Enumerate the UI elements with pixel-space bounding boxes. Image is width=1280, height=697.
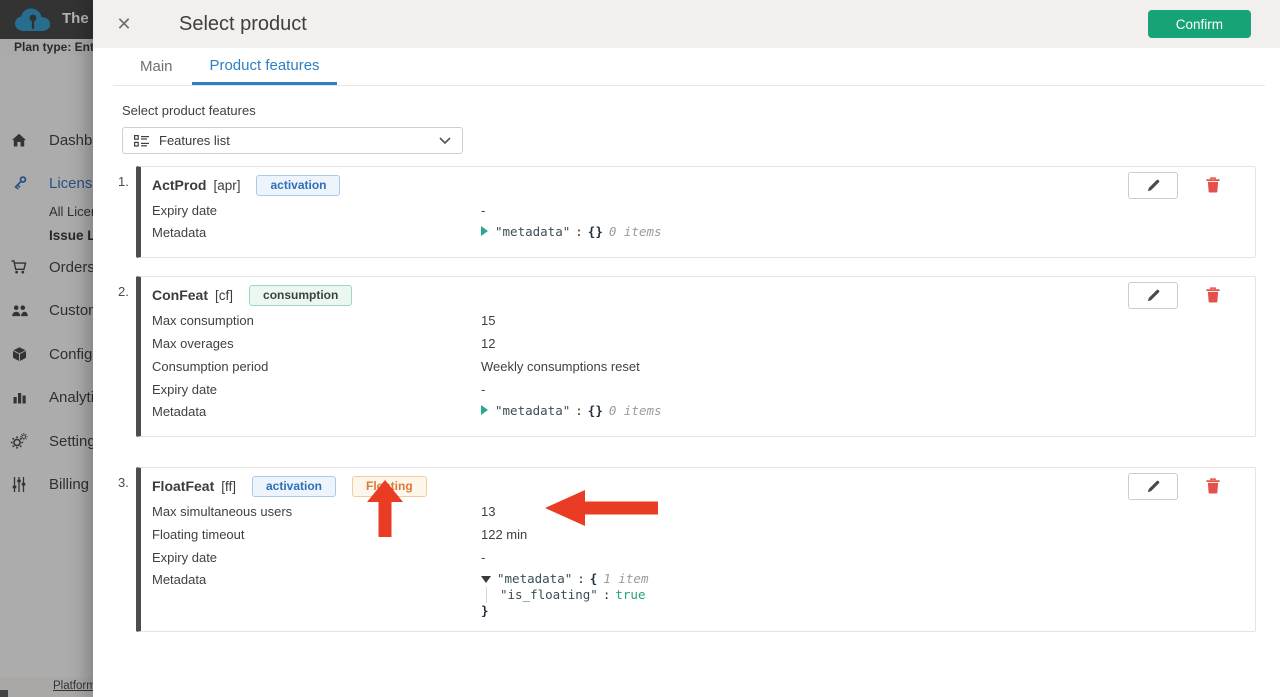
json-item-count: 0 items (608, 403, 662, 418)
json-colon: : (602, 587, 611, 602)
feature-name: FloatFeat (152, 478, 215, 494)
feature-code: [ff] (221, 478, 236, 494)
screen: The E Plan type: Enterpr Dashboard Licen… (0, 0, 1280, 697)
floating-badge: Floating (352, 475, 427, 497)
json-braces: {} (587, 224, 603, 239)
json-item-count: 1 item (603, 571, 649, 586)
feature-card: 2. ConFeat [cf] consumption Max consumpt… (118, 276, 1256, 437)
json-key: "metadata" (497, 571, 573, 586)
json-braces: {} (587, 403, 603, 418)
feature-name: ActProd (152, 177, 207, 193)
tab-product-features[interactable]: Product features (192, 48, 337, 85)
feature-row: Max consumption 15 (152, 309, 1220, 332)
json-colon: : (577, 571, 585, 586)
feature-index: 1. (118, 174, 129, 189)
json-line: "metadata": {1 item (481, 571, 648, 587)
json-bool-value: true (615, 587, 646, 602)
feature-row: Expiry date - (152, 546, 1220, 569)
feature-row-value: Weekly consumptions reset (481, 359, 640, 374)
trash-icon (1206, 177, 1220, 193)
tab-bar: Main Product features (113, 48, 1265, 86)
feature-row-label: Consumption period (152, 359, 269, 374)
json-line: } (481, 603, 648, 619)
feature-row-label: Metadata (152, 404, 207, 419)
pencil-icon (1147, 289, 1160, 302)
edit-feature-button[interactable] (1128, 171, 1178, 199)
feature-code: [cf] (215, 287, 234, 303)
feature-row-label: Max simultaneous users (152, 504, 293, 519)
trash-icon (1206, 287, 1220, 303)
delete-feature-button[interactable] (1206, 177, 1220, 193)
edit-feature-button[interactable] (1128, 281, 1178, 309)
confirm-button[interactable]: Confirm (1147, 10, 1251, 38)
list-icon (134, 134, 149, 147)
feature-row-label: Max overages (152, 336, 234, 351)
pencil-icon (1147, 480, 1160, 493)
section-label: Select product features (122, 103, 256, 118)
feature-row-value: 122 min (481, 527, 528, 542)
close-icon[interactable]: ✕ (113, 15, 135, 33)
json-key: "metadata" (495, 403, 571, 418)
modal-header: ✕ Select product Confirm (93, 0, 1280, 48)
pencil-icon (1147, 179, 1160, 192)
feature-row-value: - (481, 382, 486, 397)
feature-row: Max overages 12 (152, 332, 1220, 355)
expand-metadata-icon[interactable] (481, 226, 488, 236)
modal-content: Select product features Features list 1.… (93, 86, 1280, 632)
feature-index: 3. (118, 475, 129, 490)
json-close-brace: } (481, 603, 489, 618)
json-key: "metadata" (495, 224, 571, 239)
feature-row-value: 13 (481, 504, 496, 519)
json-colon: : (575, 224, 583, 239)
select-product-modal: ✕ Select product Confirm Main Product fe… (93, 0, 1280, 697)
trash-icon (1206, 478, 1220, 494)
feature-row: Expiry date - (152, 199, 1220, 222)
feature-row-label: Expiry date (152, 203, 218, 218)
feature-row-value: - (481, 203, 486, 218)
feature-row-value: 12 (481, 336, 496, 351)
feature-row-label: Expiry date (152, 382, 218, 397)
chevron-down-icon (439, 137, 451, 144)
feature-row-metadata: Metadata "metadata": {1 item "is_floating… (152, 569, 1220, 619)
delete-feature-button[interactable] (1206, 478, 1220, 494)
feature-type-badge: activation (252, 475, 337, 497)
feature-row: Consumption period Weekly consumptions r… (152, 355, 1220, 378)
json-open-brace: { (589, 571, 598, 586)
json-child-line: "is_floating": true (486, 587, 648, 603)
expand-metadata-icon[interactable] (481, 405, 488, 415)
modal-title: Select product (179, 12, 307, 35)
collapse-metadata-icon[interactable] (481, 576, 491, 583)
json-key: "is_floating" (500, 587, 598, 602)
feature-row: Expiry date - (152, 378, 1220, 401)
feature-index: 2. (118, 284, 129, 299)
feature-type-badge: activation (256, 174, 341, 196)
json-item-count: 0 items (608, 224, 662, 239)
feature-row: Floating timeout 122 min (152, 523, 1220, 546)
feature-card: 3. FloatFeat [ff] activation Floating Ma… (118, 467, 1256, 632)
dropdown-value: Features list (159, 133, 230, 148)
feature-row-label: Metadata (152, 572, 207, 587)
feature-name: ConFeat (152, 287, 208, 303)
feature-type-badge: consumption (249, 284, 353, 306)
json-colon: : (575, 403, 583, 418)
metadata-json-viewer: "metadata": {} 0 items (481, 401, 662, 419)
feature-row-metadata: Metadata "metadata": {} 0 items (152, 222, 1220, 245)
features-list-dropdown[interactable]: Features list (122, 127, 463, 154)
delete-feature-button[interactable] (1206, 287, 1220, 303)
feature-code: [apr] (213, 177, 241, 193)
feature-row-metadata: Metadata "metadata": {} 0 items (152, 401, 1220, 424)
metadata-json-viewer: "metadata": {} 0 items (481, 222, 662, 240)
edit-feature-button[interactable] (1128, 472, 1178, 500)
feature-row-label: Metadata (152, 225, 207, 240)
feature-row-value: - (481, 550, 486, 565)
metadata-json-viewer: "metadata": {1 item "is_floating": true } (481, 569, 648, 619)
feature-row-value: 15 (481, 313, 496, 328)
feature-row-label: Expiry date (152, 550, 218, 565)
feature-row-label: Max consumption (152, 313, 254, 328)
feature-row-label: Floating timeout (152, 527, 245, 542)
tab-main[interactable]: Main (140, 48, 173, 85)
feature-card: 1. ActProd [apr] activation Expiry date … (118, 166, 1256, 258)
feature-row: Max simultaneous users 13 (152, 500, 1220, 523)
